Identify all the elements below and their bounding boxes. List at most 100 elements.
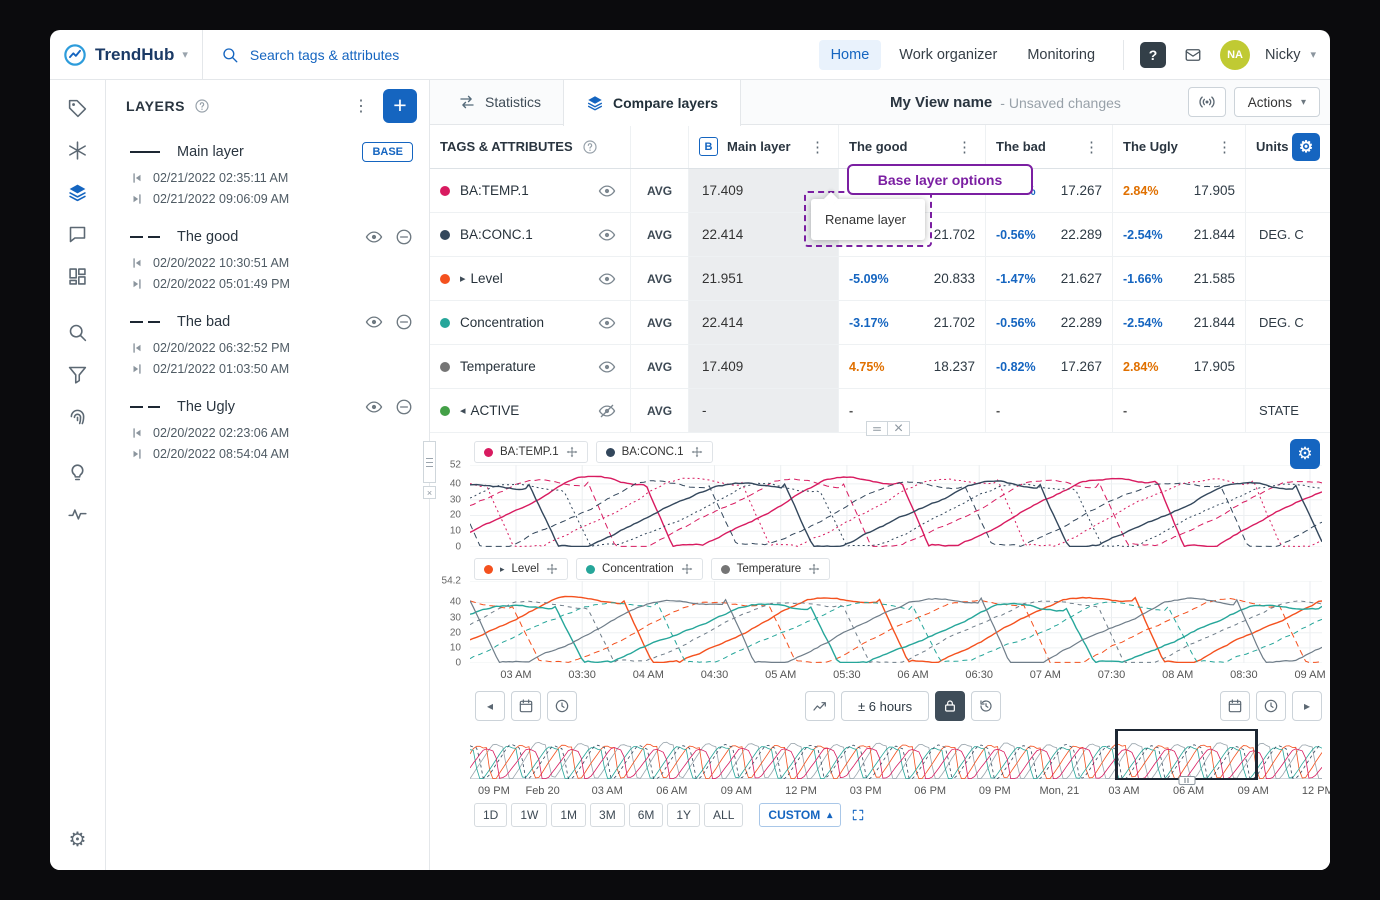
lower-trend-chart[interactable] bbox=[470, 581, 1322, 663]
tag-cell[interactable]: BA:TEMP.1 bbox=[430, 169, 630, 212]
comments-icon[interactable] bbox=[58, 216, 98, 253]
tags-icon[interactable] bbox=[58, 90, 98, 127]
layer-visibility-icon[interactable] bbox=[365, 228, 383, 246]
eye-icon[interactable] bbox=[598, 358, 616, 376]
table-settings-gear-icon[interactable]: ⚙ bbox=[1292, 133, 1320, 161]
move-icon[interactable] bbox=[691, 446, 703, 458]
eye-icon[interactable] bbox=[598, 270, 616, 288]
aggregation-cell[interactable]: AVG bbox=[630, 345, 688, 388]
expand-caret-icon[interactable]: ▸ bbox=[460, 272, 466, 285]
legend-chip[interactable]: BA:TEMP.1 bbox=[474, 441, 588, 463]
legend-chip[interactable]: BA:CONC.1 bbox=[596, 441, 713, 463]
chart-scrollbar[interactable]: × bbox=[423, 441, 436, 499]
tag-cell[interactable]: Temperature bbox=[430, 345, 630, 388]
remove-layer-icon[interactable] bbox=[395, 228, 413, 246]
layers-icon[interactable] bbox=[58, 174, 98, 211]
monitors-icon[interactable] bbox=[58, 496, 98, 533]
mail-icon[interactable] bbox=[1184, 46, 1202, 64]
layers-menu-kebab[interactable]: ⋮ bbox=[347, 92, 375, 120]
aggregation-cell[interactable]: AVG bbox=[630, 389, 688, 432]
overview-chart[interactable] bbox=[470, 731, 1322, 779]
move-icon[interactable] bbox=[546, 563, 558, 575]
range-6m-button[interactable]: 6M bbox=[629, 803, 664, 827]
search-rail-icon[interactable] bbox=[58, 314, 98, 351]
settings-gear-icon[interactable]: ⚙ bbox=[58, 821, 98, 858]
help-circle-icon[interactable] bbox=[194, 98, 210, 114]
history-button[interactable] bbox=[971, 691, 1001, 721]
remove-layer-icon[interactable] bbox=[395, 313, 413, 331]
remove-layer-icon[interactable] bbox=[395, 398, 413, 416]
expand-range-button[interactable] bbox=[845, 803, 871, 827]
eye-icon[interactable] bbox=[598, 226, 616, 244]
chart-settings-gear-icon[interactable]: ⚙ bbox=[1290, 439, 1320, 469]
tag-cell[interactable]: ◂ ACTIVE bbox=[430, 389, 630, 432]
range-custom-button[interactable]: CUSTOM▴ bbox=[759, 803, 841, 827]
range-1m-button[interactable]: 1M bbox=[551, 803, 586, 827]
range-1d-button[interactable]: 1D bbox=[474, 803, 507, 827]
close-icon[interactable]: × bbox=[423, 486, 436, 499]
aggregation-cell[interactable]: AVG bbox=[630, 301, 688, 344]
brand-caret-icon[interactable]: ▾ bbox=[182, 48, 188, 61]
close-icon[interactable]: × bbox=[888, 421, 910, 436]
step-back-button[interactable]: ◂ bbox=[475, 691, 505, 721]
eye-icon[interactable] bbox=[598, 314, 616, 332]
lock-range-button[interactable] bbox=[935, 691, 965, 721]
layer-item-main[interactable]: Main layer BASE 02/21/2022 02:35:11 AM 0… bbox=[106, 125, 429, 210]
user-menu-caret-icon[interactable]: ▾ bbox=[1310, 48, 1316, 61]
range-3m-button[interactable]: 3M bbox=[590, 803, 625, 827]
good-layer-kebab[interactable]: ⋮ bbox=[954, 138, 975, 156]
splitter-handle[interactable]: × bbox=[866, 421, 910, 436]
nav-home[interactable]: Home bbox=[819, 40, 882, 70]
menu-item-rename-layer[interactable]: Rename layer bbox=[825, 212, 906, 227]
dashboards-icon[interactable] bbox=[58, 258, 98, 295]
tag-cell[interactable]: Concentration bbox=[430, 301, 630, 344]
help-circle-icon[interactable] bbox=[582, 139, 598, 155]
range-all-button[interactable]: ALL bbox=[704, 803, 743, 827]
time-selection-window[interactable] bbox=[1115, 729, 1258, 780]
move-icon[interactable] bbox=[566, 446, 578, 458]
ugly-layer-kebab[interactable]: ⋮ bbox=[1214, 138, 1235, 156]
upper-trend-chart[interactable] bbox=[470, 465, 1322, 547]
tab-statistics[interactable]: Statistics bbox=[436, 80, 563, 124]
layer-visibility-icon[interactable] bbox=[365, 398, 383, 416]
filter-icon[interactable] bbox=[58, 356, 98, 393]
tab-compare-layers[interactable]: Compare layers bbox=[563, 80, 741, 126]
time-button[interactable] bbox=[1256, 691, 1286, 721]
range-1y-button[interactable]: 1Y bbox=[667, 803, 700, 827]
step-forward-button[interactable]: ▸ bbox=[1292, 691, 1322, 721]
layer-item-the-bad[interactable]: The bad 02/20/2022 06:32:52 PM 02/21/202… bbox=[106, 295, 429, 380]
search-bar[interactable] bbox=[203, 46, 819, 64]
legend-chip[interactable]: ▸ Level bbox=[474, 558, 568, 580]
add-layer-button[interactable]: + bbox=[383, 89, 417, 123]
aggregation-cell[interactable]: AVG bbox=[630, 213, 688, 256]
main-layer-kebab[interactable]: ⋮ bbox=[807, 138, 828, 156]
eye-off-icon[interactable] bbox=[598, 402, 616, 420]
collapse-caret-icon[interactable]: ◂ bbox=[460, 404, 466, 417]
actions-button[interactable]: Actions▾ bbox=[1234, 87, 1320, 117]
scrollbar-track[interactable] bbox=[423, 441, 436, 483]
move-icon[interactable] bbox=[808, 563, 820, 575]
range-1w-button[interactable]: 1W bbox=[511, 803, 547, 827]
tag-cell[interactable]: ▸ Level bbox=[430, 257, 630, 300]
tag-cell[interactable]: BA:CONC.1 bbox=[430, 213, 630, 256]
move-icon[interactable] bbox=[681, 563, 693, 575]
legend-chip[interactable]: Temperature bbox=[711, 558, 831, 580]
fingerprint-icon[interactable] bbox=[58, 398, 98, 435]
eye-icon[interactable] bbox=[598, 182, 616, 200]
selection-drag-handle[interactable] bbox=[1178, 776, 1195, 785]
avatar[interactable]: NA bbox=[1220, 40, 1250, 70]
compare-trend-button[interactable] bbox=[805, 691, 835, 721]
broadcast-button[interactable] bbox=[1188, 87, 1226, 117]
nav-monitoring[interactable]: Monitoring bbox=[1015, 40, 1107, 70]
legend-chip[interactable]: Concentration bbox=[576, 558, 703, 580]
aggregation-cell[interactable]: AVG bbox=[630, 257, 688, 300]
calendar-button[interactable] bbox=[1220, 691, 1250, 721]
help-icon[interactable]: ? bbox=[1140, 42, 1166, 68]
layer-visibility-icon[interactable] bbox=[365, 313, 383, 331]
ideas-icon[interactable] bbox=[58, 454, 98, 491]
bad-layer-kebab[interactable]: ⋮ bbox=[1081, 138, 1102, 156]
user-name[interactable]: Nicky bbox=[1265, 47, 1300, 63]
search-input[interactable] bbox=[250, 47, 530, 63]
layer-item-the-good[interactable]: The good 02/20/2022 10:30:51 AM 02/20/20… bbox=[106, 210, 429, 295]
calendar-button[interactable] bbox=[511, 691, 541, 721]
